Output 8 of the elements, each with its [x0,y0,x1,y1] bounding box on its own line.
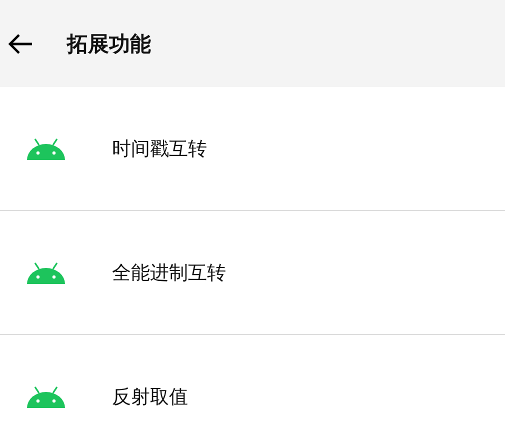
menu-item-label[interactable]: 时间戳互转 [112,136,207,162]
menu-item-label[interactable]: 反射取值 [112,384,188,410]
android-icon [27,386,65,408]
android-icon [27,138,65,160]
page-title: 拓展功能 [67,30,151,58]
menu-item-label[interactable]: 全能进制互转 [112,260,226,286]
back-button[interactable] [7,32,33,54]
android-icon [27,262,65,284]
